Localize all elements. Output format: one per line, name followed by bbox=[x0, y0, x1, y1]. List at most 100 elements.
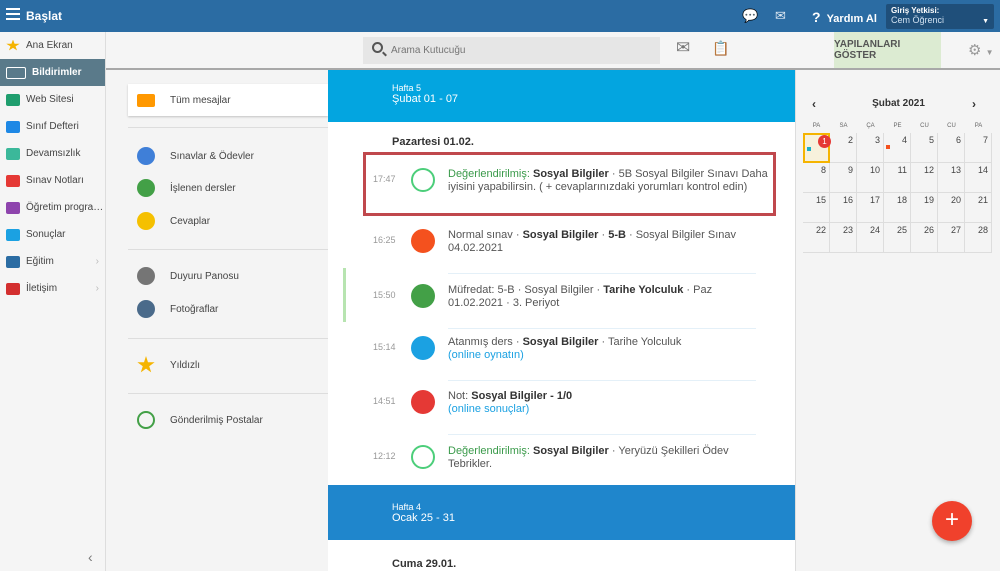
gear-icon[interactable]: ⚙ ▼ bbox=[968, 41, 994, 59]
folder-item[interactable]: Sınavlar & Ödevler bbox=[128, 140, 328, 172]
calendar-day[interactable]: 21 bbox=[965, 193, 992, 223]
sidebar-item[interactable]: Bildirimler bbox=[0, 59, 105, 86]
clipboard-icon[interactable]: 📋 bbox=[712, 40, 729, 57]
folder-label: Sınavlar & Ödevler bbox=[170, 150, 254, 162]
calendar-day[interactable]: 7 bbox=[965, 133, 992, 163]
calendar-day[interactable]: 16 bbox=[830, 193, 857, 223]
calendar: ‹ Şubat 2021 › PA SA ÇA PE CU CU PA 1 2 3 4 5 6 7 8 9 10… bbox=[795, 70, 1000, 571]
day-number: 12 bbox=[923, 165, 934, 175]
calendar-day[interactable]: 5 bbox=[911, 133, 938, 163]
message-time: 15:50 bbox=[373, 290, 396, 300]
top-bar: Başlat 💬 ✉ ? Yardım Al Giriş Yetkisi: Cem… bbox=[0, 0, 1000, 32]
help-label: Yardım Al bbox=[826, 13, 877, 25]
calendar-day[interactable]: 13 bbox=[938, 163, 965, 193]
sidebar-item[interactable]: Devamsızlık bbox=[0, 140, 105, 167]
day-number: 4 bbox=[901, 135, 907, 145]
day-name: CU bbox=[920, 123, 929, 129]
calendar-day[interactable]: 6 bbox=[938, 133, 965, 163]
folder-item[interactable]: İşlenen dersler bbox=[128, 172, 328, 204]
message-a: Değerlendirilmiş: bbox=[448, 168, 530, 180]
message-text: Normal sınav · Sosyal Bilgiler · 5-B · S… bbox=[448, 229, 768, 255]
chat-icon[interactable]: 💬 bbox=[742, 8, 758, 24]
day-number: 15 bbox=[815, 195, 826, 205]
sidebar-item[interactable]: Sınıf Defteri bbox=[0, 113, 105, 140]
next-month-icon[interactable]: › bbox=[972, 97, 976, 111]
sidebar-item[interactable]: Eğitim › bbox=[0, 248, 105, 275]
calendar-day[interactable]: 17 bbox=[857, 193, 884, 223]
chevron-right-icon: › bbox=[95, 256, 99, 267]
calendar-day[interactable]: 26 bbox=[911, 223, 938, 253]
calendar-day[interactable]: 3 bbox=[857, 133, 884, 163]
sidebar-item-icon bbox=[6, 93, 20, 106]
message-time: 14:51 bbox=[373, 396, 396, 406]
login-selector[interactable]: Giriş Yetkisi: Cem Öğrenci ▼ bbox=[886, 4, 994, 29]
calendar-day[interactable]: 9 bbox=[830, 163, 857, 193]
calendar-day[interactable]: 12 bbox=[911, 163, 938, 193]
folder-item[interactable]: Tüm mesajlar bbox=[128, 84, 328, 116]
sidebar-item[interactable]: Sınav Notları bbox=[0, 167, 105, 194]
sidebar-item[interactable]: Öğretim progra… bbox=[0, 194, 105, 221]
day-number: 7 bbox=[982, 135, 988, 145]
app-title[interactable]: Başlat bbox=[26, 9, 62, 23]
folder-icon bbox=[137, 212, 155, 230]
day-number: 23 bbox=[842, 225, 853, 235]
show-done-button[interactable]: YAPILANLARI GÖSTER bbox=[834, 32, 941, 68]
sidebar-item-label: Sonuçlar bbox=[26, 229, 66, 240]
folder-item[interactable]: Duyuru Panosu bbox=[128, 260, 328, 292]
week-header: Hafta 4 Ocak 25 - 31 bbox=[328, 485, 795, 540]
collapse-sidebar-icon[interactable]: ‹ bbox=[88, 549, 93, 565]
calendar-day[interactable]: 15 bbox=[803, 193, 830, 223]
calendar-day[interactable]: 25 bbox=[884, 223, 911, 253]
toolbar: ✉ 📋 YAPILANLARI GÖSTER ⚙ ▼ bbox=[106, 32, 1000, 70]
hamburger-menu-icon[interactable] bbox=[6, 8, 20, 20]
message-link[interactable]: (online oynatın) bbox=[448, 349, 524, 361]
help-button[interactable]: ? Yardım Al bbox=[812, 9, 877, 25]
calendar-day[interactable]: 20 bbox=[938, 193, 965, 223]
folder-item[interactable]: Gönderilmiş Postalar bbox=[128, 404, 328, 436]
sidebar-item[interactable]: İletişim › bbox=[0, 275, 105, 302]
message-b: Tarihe Yolculuk bbox=[603, 284, 684, 296]
sidebar-item-icon bbox=[6, 147, 20, 160]
day-number: 3 bbox=[874, 135, 880, 145]
add-button[interactable]: + bbox=[932, 501, 972, 541]
divider bbox=[448, 434, 756, 435]
screen-icon bbox=[411, 336, 435, 360]
folder-item[interactable]: Fotoğraflar bbox=[128, 293, 328, 325]
day-number: 8 bbox=[820, 165, 826, 175]
calendar-day[interactable]: 27 bbox=[938, 223, 965, 253]
calendar-day[interactable]: 19 bbox=[911, 193, 938, 223]
folder-item[interactable]: Yıldızlı bbox=[128, 349, 328, 381]
sidebar-item[interactable]: Ana Ekran bbox=[0, 32, 105, 59]
calendar-day[interactable]: 18 bbox=[884, 193, 911, 223]
sidebar-item-icon bbox=[6, 120, 20, 133]
calendar-day[interactable]: 4 bbox=[884, 133, 911, 163]
calendar-day[interactable]: 1 bbox=[803, 133, 831, 163]
calendar-day[interactable]: 28 bbox=[965, 223, 992, 253]
calendar-day[interactable]: 24 bbox=[857, 223, 884, 253]
calendar-title: Şubat 2021 bbox=[872, 98, 925, 109]
sidebar-item-icon bbox=[6, 228, 20, 241]
calendar-day[interactable]: 22 bbox=[803, 223, 830, 253]
sidebar-item[interactable]: Sonuçlar bbox=[0, 221, 105, 248]
message-b: Sosyal Bilgiler bbox=[532, 168, 609, 180]
calendar-day[interactable]: 11 bbox=[884, 163, 911, 193]
calendar-day[interactable]: 8 bbox=[803, 163, 830, 193]
folder-item[interactable]: Cevaplar bbox=[128, 205, 328, 237]
lesson-icon bbox=[411, 284, 435, 308]
search-input[interactable] bbox=[363, 37, 660, 64]
message-text: Atanmış ders · Sosyal Bilgiler · Tarihe … bbox=[448, 336, 768, 362]
folder-icon bbox=[137, 147, 155, 165]
calendar-day[interactable]: 2 bbox=[830, 133, 857, 163]
sidebar-item-label: Sınav Notları bbox=[26, 175, 84, 186]
calendar-day[interactable]: 23 bbox=[830, 223, 857, 253]
message-b: Sosyal Bilgiler bbox=[522, 229, 599, 241]
compose-mail-icon[interactable]: ✉ bbox=[676, 38, 690, 58]
mail-icon[interactable]: ✉ bbox=[775, 8, 786, 24]
grade-icon bbox=[411, 390, 435, 414]
sidebar-item[interactable]: Web Sitesi bbox=[0, 86, 105, 113]
calendar-day[interactable]: 10 bbox=[857, 163, 884, 193]
message-link[interactable]: (online sonuçlar) bbox=[448, 403, 529, 415]
calendar-day[interactable]: 14 bbox=[965, 163, 992, 193]
exam-icon bbox=[411, 229, 435, 253]
day-name: ÇA bbox=[866, 123, 875, 129]
